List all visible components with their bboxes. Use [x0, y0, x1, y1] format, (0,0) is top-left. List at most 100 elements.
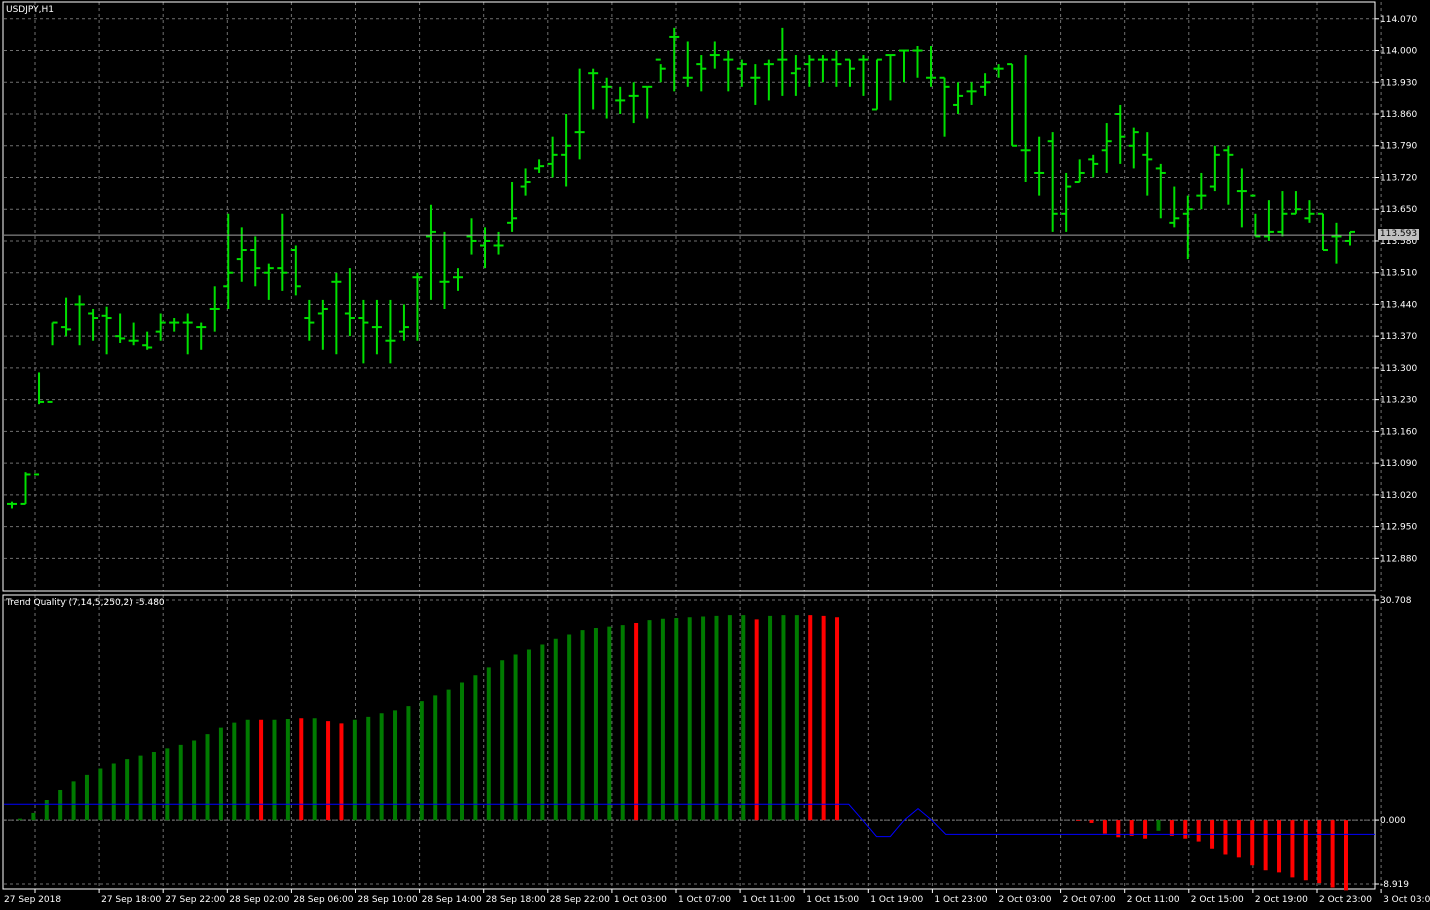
- price-bar[interactable]: [858, 55, 869, 96]
- trend-quality-histogram[interactable]: [4, 615, 1375, 891]
- price-bar[interactable]: [642, 85, 653, 119]
- price-bar[interactable]: [304, 299, 315, 341]
- price-bar[interactable]: [480, 227, 491, 269]
- price-bar[interactable]: [182, 313, 193, 355]
- price-bar[interactable]: [128, 322, 139, 346]
- price-bar[interactable]: [209, 286, 220, 332]
- price-bar[interactable]: [628, 82, 639, 124]
- price-tick-label: 113.860: [1380, 110, 1417, 120]
- time-tick-label: 28 Sep 06:00: [293, 895, 353, 905]
- price-bar[interactable]: [101, 306, 112, 355]
- price-bar[interactable]: [1290, 191, 1301, 215]
- price-bar[interactable]: [290, 245, 301, 296]
- price-bar[interactable]: [763, 59, 774, 101]
- price-bar[interactable]: [1047, 132, 1058, 232]
- price-bar[interactable]: [1317, 212, 1328, 252]
- price-bar[interactable]: [696, 55, 707, 92]
- price-bar[interactable]: [588, 68, 599, 110]
- price-bar[interactable]: [439, 231, 450, 309]
- price-bar[interactable]: [331, 272, 342, 355]
- price-bar[interactable]: [1115, 104, 1126, 164]
- price-bar[interactable]: [939, 76, 950, 137]
- price-bar[interactable]: [750, 64, 761, 105]
- price-axis[interactable]: 114.070 114.000 113.930 113.860 113.790 113.7…: [1375, 15, 1417, 565]
- price-bar[interactable]: [1196, 172, 1207, 210]
- price-bar[interactable]: [47, 321, 58, 403]
- price-bar[interactable]: [466, 218, 477, 255]
- indicator-axis[interactable]: 30.708 0.000 -8.919: [1375, 596, 1412, 890]
- chart-canvas[interactable]: 114.070 114.000 113.930 113.860 113.790 113.7…: [0, 0, 1430, 910]
- price-bar[interactable]: [115, 313, 126, 343]
- price-bar[interactable]: [980, 73, 991, 96]
- price-bar[interactable]: [507, 182, 518, 232]
- price-bar[interactable]: [385, 299, 396, 364]
- price-bar[interactable]: [344, 268, 355, 337]
- price-bar[interactable]: [1128, 127, 1139, 169]
- price-bar[interactable]: [34, 372, 45, 476]
- price-bar[interactable]: [817, 55, 828, 83]
- price-bar[interactable]: [371, 299, 382, 355]
- price-bar[interactable]: [831, 50, 842, 87]
- price-bar[interactable]: [1007, 63, 1018, 147]
- price-bar[interactable]: [709, 41, 720, 69]
- price-bar[interactable]: [1088, 154, 1099, 178]
- price-bar[interactable]: [777, 27, 788, 96]
- price-bar[interactable]: [804, 55, 815, 87]
- price-bar[interactable]: [453, 268, 463, 291]
- price-bar[interactable]: [885, 54, 896, 101]
- price-bar[interactable]: [1142, 132, 1153, 196]
- price-bar[interactable]: [1020, 55, 1031, 183]
- price-bar[interactable]: [1182, 195, 1193, 260]
- price-bar[interactable]: [1277, 191, 1288, 237]
- price-bar[interactable]: [1331, 222, 1342, 264]
- price-bar[interactable]: [7, 501, 17, 509]
- price-bar[interactable]: [74, 295, 85, 346]
- price-bar[interactable]: [1155, 163, 1166, 219]
- price-bar[interactable]: [1236, 168, 1247, 228]
- price-bar[interactable]: [1209, 145, 1220, 192]
- price-tick-label: 113.020: [1380, 491, 1417, 501]
- price-bar[interactable]: [250, 236, 261, 287]
- price-bar[interactable]: [358, 299, 369, 364]
- price-bar[interactable]: [1061, 172, 1072, 232]
- price-bar[interactable]: [425, 204, 436, 300]
- price-bar[interactable]: [1169, 186, 1180, 228]
- price-bar[interactable]: [547, 136, 558, 178]
- price-bars[interactable]: [7, 27, 1355, 509]
- price-bar[interactable]: [561, 114, 572, 187]
- price-bar[interactable]: [223, 213, 234, 309]
- price-bar[interactable]: [1074, 159, 1085, 184]
- price-bar[interactable]: [953, 82, 964, 115]
- price-bar[interactable]: [61, 297, 72, 337]
- price-bar[interactable]: [899, 49, 909, 83]
- price-bar[interactable]: [912, 46, 923, 78]
- price-bar[interactable]: [1223, 145, 1234, 205]
- price-bar[interactable]: [169, 318, 180, 332]
- price-bar[interactable]: [1304, 200, 1315, 223]
- price-bar[interactable]: [534, 159, 545, 173]
- price-bar[interactable]: [412, 272, 423, 341]
- price-bar[interactable]: [871, 58, 882, 111]
- price-bar[interactable]: [317, 299, 328, 350]
- price-bar[interactable]: [615, 86, 626, 115]
- price-bar[interactable]: [723, 50, 734, 92]
- price-bar[interactable]: [1250, 194, 1261, 238]
- price-bar[interactable]: [1101, 123, 1112, 173]
- price-bar[interactable]: [601, 77, 612, 119]
- time-axis[interactable]: 27 Sep 2018 27 Sep 18:00 27 Sep 22:00 28 Se…: [4, 889, 1430, 905]
- price-bar[interactable]: [277, 213, 288, 291]
- time-tick-label: 2 Oct 19:00: [1255, 895, 1308, 905]
- price-bar[interactable]: [1345, 230, 1355, 246]
- price-bar[interactable]: [926, 46, 937, 87]
- price-bar[interactable]: [263, 263, 274, 300]
- price-bar[interactable]: [142, 331, 153, 350]
- price-bar[interactable]: [682, 41, 693, 87]
- price-bar[interactable]: [993, 64, 1004, 78]
- price-bar[interactable]: [20, 472, 31, 505]
- price-bar[interactable]: [655, 58, 666, 83]
- price-bar[interactable]: [790, 55, 801, 96]
- price-bar[interactable]: [155, 313, 166, 341]
- price-bar[interactable]: [398, 304, 409, 341]
- price-bar[interactable]: [520, 168, 531, 196]
- price-bar[interactable]: [966, 82, 977, 105]
